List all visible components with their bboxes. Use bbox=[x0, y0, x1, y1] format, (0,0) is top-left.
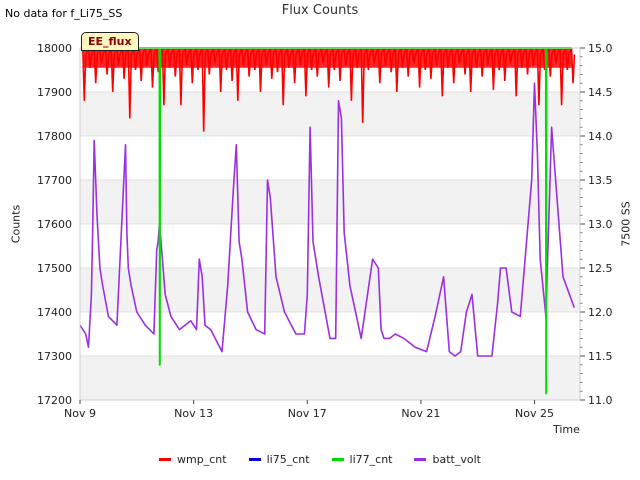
y-tick-label: 17200 bbox=[37, 394, 72, 407]
y2-tick-label: 13.5 bbox=[588, 174, 613, 187]
plot-band bbox=[80, 92, 580, 136]
flux-chart: 17200 17300 17400 17500 17600 17700 17800 17900… bbox=[37, 42, 613, 420]
x-tick-label: Nov 9 bbox=[64, 407, 96, 420]
x-tick-label: Nov 25 bbox=[515, 407, 554, 420]
legend-item-batt-volt[interactable]: batt_volt bbox=[414, 453, 481, 466]
legend-label-batt-volt: batt_volt bbox=[432, 453, 481, 466]
x-tick-label: Nov 17 bbox=[288, 407, 327, 420]
y2-tick-label: 14.5 bbox=[588, 86, 613, 99]
plot-band bbox=[80, 180, 580, 224]
x-tick-label: Nov 21 bbox=[401, 407, 440, 420]
x-axis-label: Time bbox=[553, 423, 580, 436]
plot-band bbox=[80, 356, 580, 400]
y-tick-label: 18000 bbox=[37, 42, 72, 55]
legend-item-wmp-cnt[interactable]: wmp_cnt bbox=[159, 453, 227, 466]
y2-tick-label: 12.5 bbox=[588, 262, 613, 275]
y2-tick-label: 15.0 bbox=[588, 42, 613, 55]
ee-flux-badge: EE_flux bbox=[81, 32, 139, 51]
legend: wmp_cnt li75_cnt li77_cnt batt_volt bbox=[0, 453, 640, 466]
legend-item-li77-cnt[interactable]: li77_cnt bbox=[331, 453, 393, 466]
y2-tick-label: 14.0 bbox=[588, 130, 613, 143]
legend-swatch-li75-cnt bbox=[248, 458, 261, 461]
y-tick-label: 17500 bbox=[37, 262, 72, 275]
x-tick-label: Nov 13 bbox=[174, 407, 213, 420]
y-tick-label: 17800 bbox=[37, 130, 72, 143]
y-tick-label: 17600 bbox=[37, 218, 72, 231]
legend-swatch-li77-cnt bbox=[331, 458, 344, 461]
series-wmp-cnt-band bbox=[82, 48, 572, 68]
y2-axis-label: 7500 SS bbox=[619, 201, 633, 247]
y-tick-label: 17300 bbox=[37, 350, 72, 363]
y2-tick-label: 11.5 bbox=[588, 350, 613, 363]
legend-swatch-batt-volt bbox=[414, 458, 427, 461]
legend-label-li77-cnt: li77_cnt bbox=[349, 453, 393, 466]
legend-item-li75-cnt[interactable]: li75_cnt bbox=[248, 453, 310, 466]
legend-swatch-wmp-cnt bbox=[159, 458, 172, 461]
chart-title: Flux Counts bbox=[281, 3, 359, 18]
legend-label-li75-cnt: li75_cnt bbox=[266, 453, 310, 466]
legend-label-wmp-cnt: wmp_cnt bbox=[177, 453, 227, 466]
y2-tick-label: 12.0 bbox=[588, 306, 613, 319]
y-tick-label: 17400 bbox=[37, 306, 72, 319]
y2-tick-label: 11.0 bbox=[588, 394, 613, 407]
y-axis-label: Counts bbox=[9, 204, 23, 244]
y-tick-label: 17900 bbox=[37, 86, 72, 99]
y2-tick-label: 13.0 bbox=[588, 218, 613, 231]
plot-background-bands bbox=[80, 92, 580, 400]
y-tick-label: 17700 bbox=[37, 174, 72, 187]
